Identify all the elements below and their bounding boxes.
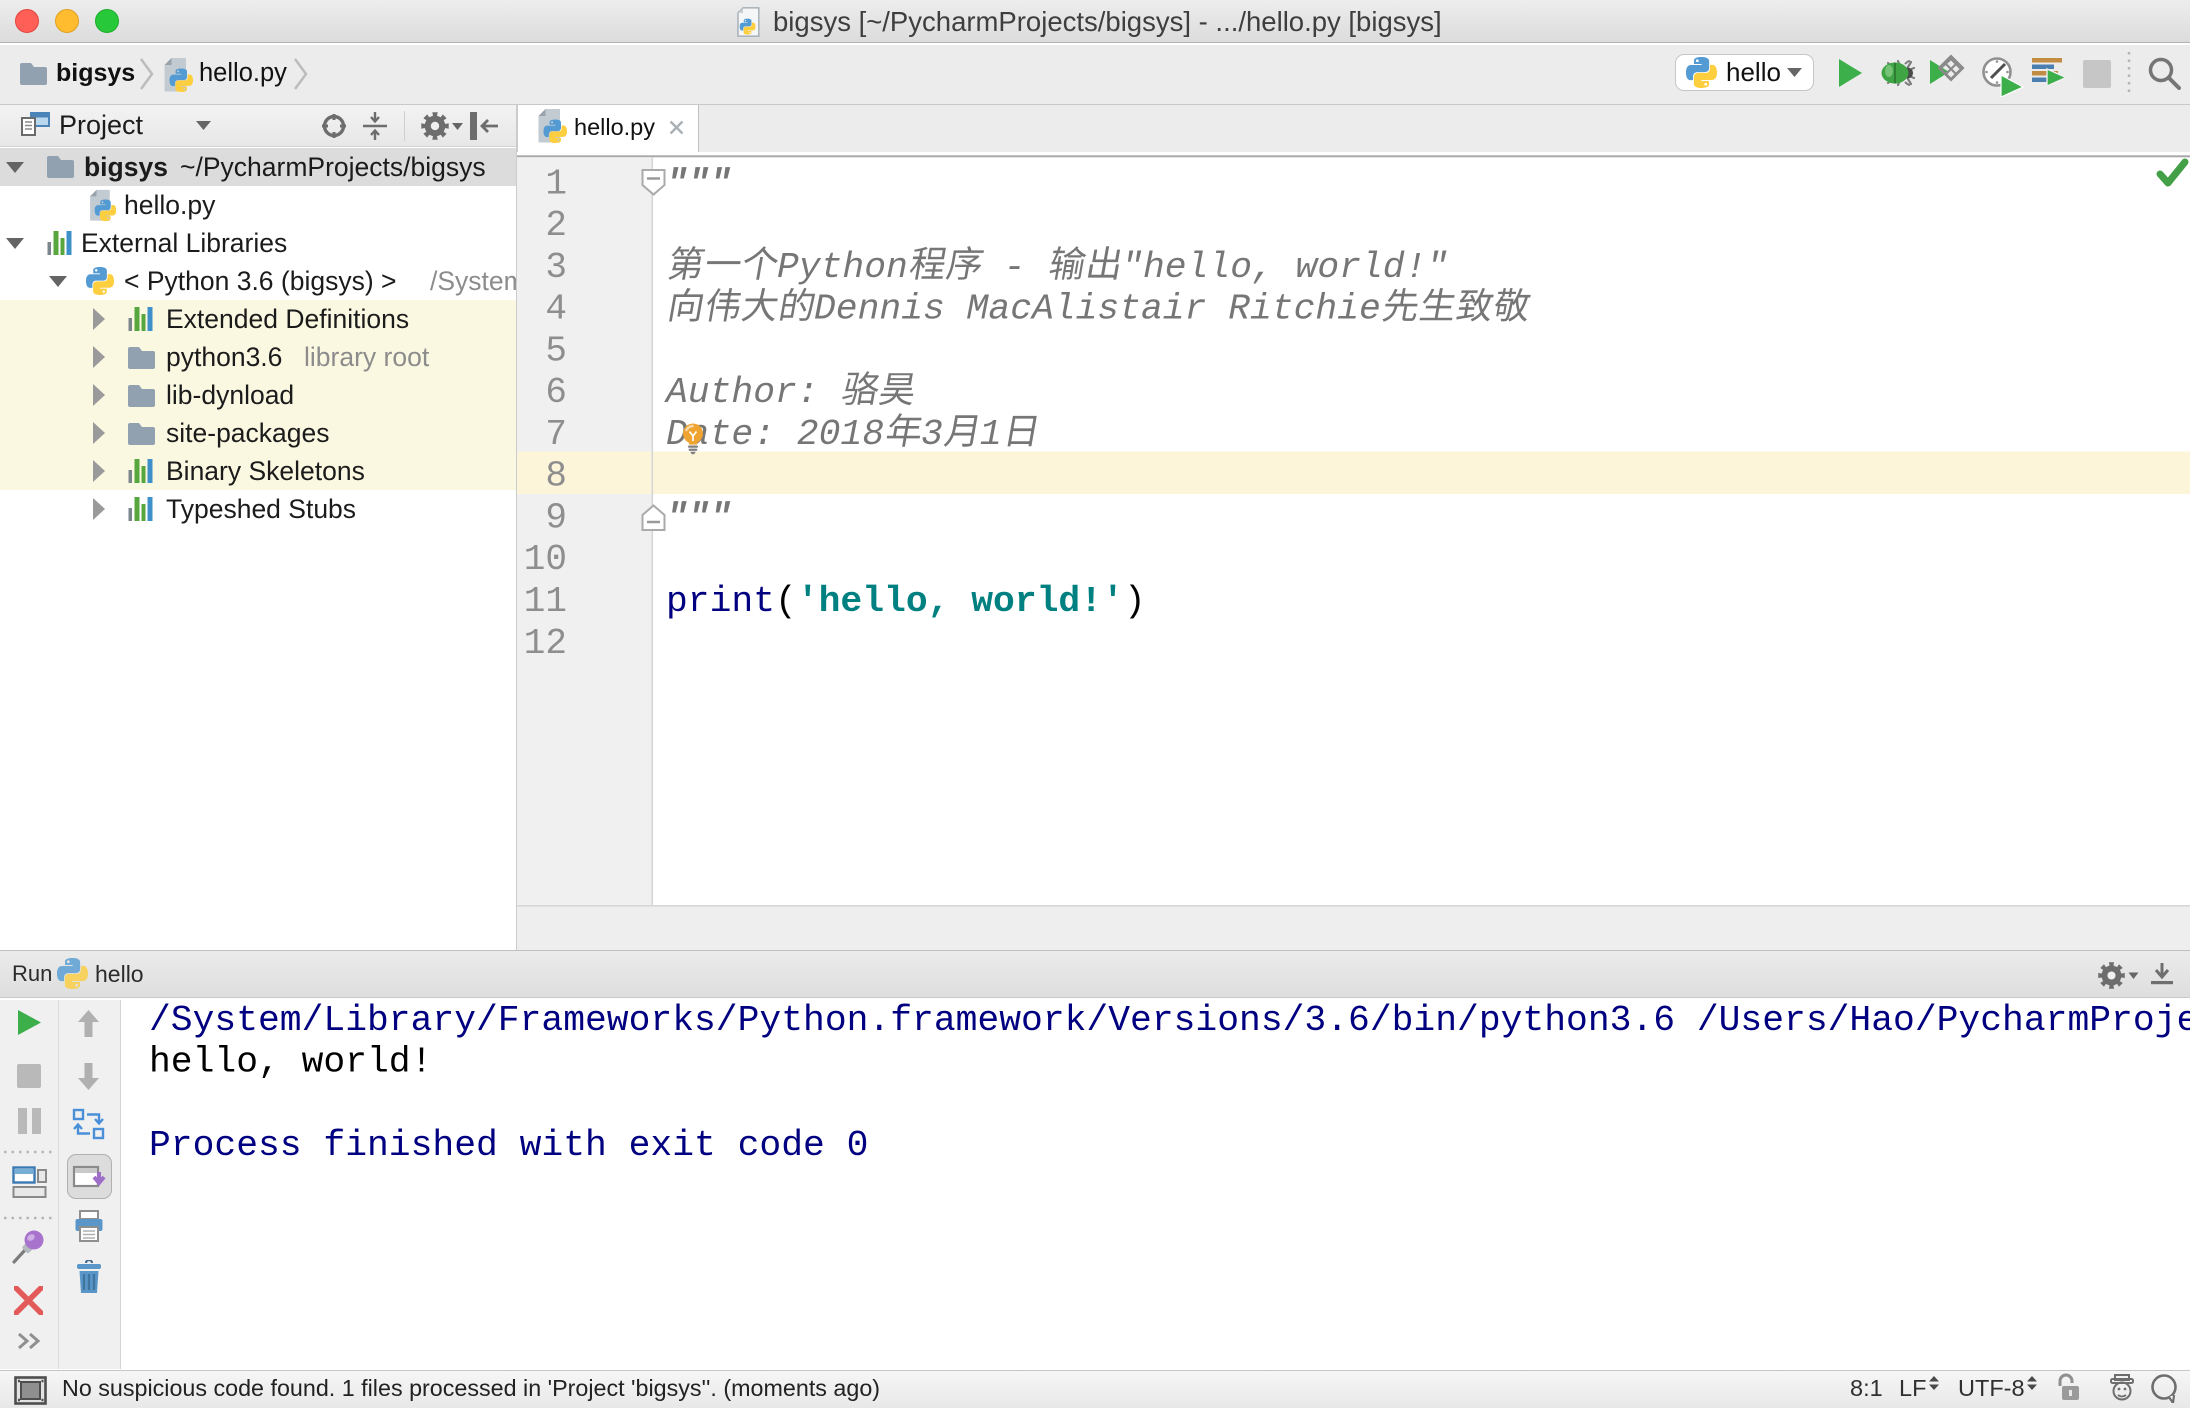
svg-text:11: 11 (524, 581, 567, 622)
svg-text:""": """ (666, 498, 731, 539)
svg-text:"hello, world!": "hello, world!" (1121, 247, 1448, 288)
svg-text:""": """ (666, 163, 731, 204)
svg-text:Author:: Author: (664, 372, 840, 413)
svg-text:7: 7 (545, 414, 567, 455)
svg-text:8: 8 (545, 456, 567, 497)
svg-text:/System/Library/Frameworks/Pyt: /System/Library/Frameworks/Python.framew… (149, 1000, 2190, 1041)
svg-text:9: 9 (545, 498, 567, 539)
svg-text:6: 6 (545, 372, 567, 413)
svg-text:print('hello, world!'): print('hello, world!') (666, 581, 1146, 622)
svg-text:12: 12 (524, 623, 567, 664)
svg-text:4: 4 (545, 289, 567, 330)
svg-text:1: 1 (545, 163, 567, 204)
svg-text:-: - (982, 247, 1047, 288)
svg-text:2: 2 (545, 205, 567, 246)
svg-text:1: 1 (980, 414, 1002, 455)
svg-text:10: 10 (524, 539, 567, 580)
svg-text:5: 5 (545, 330, 567, 371)
svg-text:3: 3 (545, 247, 567, 288)
svg-text:Process finished with exit cod: Process finished with exit code 0 (149, 1125, 868, 1166)
svg-text:Dennis MacAlistair Ritchie: Dennis MacAlistair Ritchie (814, 289, 1381, 330)
svg-text:Python: Python (777, 247, 908, 288)
svg-text:hello, world!: hello, world! (149, 1042, 432, 1083)
svg-text:3: 3 (921, 414, 943, 455)
